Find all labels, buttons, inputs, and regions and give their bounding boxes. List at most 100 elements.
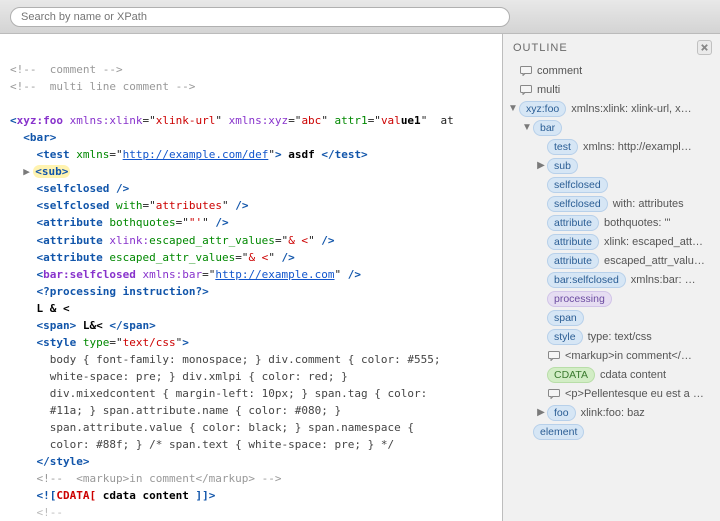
text-node: asdf bbox=[288, 148, 315, 161]
cdata-close: ]]> bbox=[195, 489, 215, 502]
tree-row[interactable]: ▼ xyz:foo xmlns:xlink: xlink-url, x… bbox=[507, 99, 716, 118]
css-text: body { font-family: monospace; } div.com… bbox=[50, 353, 441, 366]
tree-meta: xmlns:xlink: xlink-url, x… bbox=[571, 103, 691, 115]
comment-icon bbox=[547, 350, 561, 362]
element-pill: style bbox=[547, 329, 583, 345]
disclosure-triangle-icon[interactable]: ▼ bbox=[521, 122, 533, 133]
comment-line: <!-- <markup>in comment</markup> --> bbox=[37, 472, 282, 485]
tag-name: attribute bbox=[43, 234, 103, 247]
tree-meta: xlink:foo: baz bbox=[581, 407, 645, 419]
tree-label: <p>Pellentesque eu est a … bbox=[565, 388, 704, 400]
css-text: span.attribute.value { color: black; } s… bbox=[50, 421, 414, 434]
attr-name: escaped_attr_values bbox=[149, 234, 275, 247]
disclosure-triangle-icon[interactable]: ▶ bbox=[535, 160, 547, 171]
attr-value: & < bbox=[248, 251, 268, 264]
outline-tree[interactable]: comment multi ▼ xyz:foo xmlns:xlink: xli… bbox=[503, 59, 720, 449]
attr-value: attributes bbox=[156, 199, 222, 212]
cdata-open: <![ bbox=[37, 489, 57, 502]
tree-row[interactable]: selfclosed with: attributes bbox=[507, 194, 716, 213]
attr-value: & < bbox=[288, 234, 308, 247]
attr-ns: xlink: bbox=[103, 234, 149, 247]
attr-name: bothquotes bbox=[103, 216, 176, 229]
disclosure-triangle-icon[interactable]: ▶ bbox=[535, 407, 547, 418]
element-pill: bar:selfclosed bbox=[547, 272, 626, 288]
tag: <selfclosed /> bbox=[37, 182, 130, 195]
element-pill: test bbox=[547, 139, 578, 155]
attr-name: with bbox=[109, 199, 142, 212]
css-text: color: #88f; } /* span.text { white-spac… bbox=[50, 438, 394, 451]
tree-label: comment bbox=[537, 65, 582, 77]
tag-close: </test> bbox=[315, 148, 368, 161]
main: <!-- comment --> <!-- multi line comment… bbox=[0, 34, 720, 521]
tree-row[interactable]: attribute escaped_attr_valu… bbox=[507, 251, 716, 270]
tag: <bar> bbox=[23, 131, 56, 144]
tree-row[interactable]: element bbox=[507, 422, 716, 441]
tree-row[interactable]: test xmlns: http://exampl… bbox=[507, 137, 716, 156]
tree-meta: xmlns:bar: … bbox=[631, 274, 696, 286]
text-node: L & < bbox=[37, 302, 70, 315]
tree-row[interactable]: multi bbox=[507, 80, 716, 99]
tree-row[interactable]: <p>Pellentesque eu est a … bbox=[507, 384, 716, 403]
attr-name: xmlns bbox=[70, 148, 110, 161]
element-pill: selfclosed bbox=[547, 196, 608, 212]
comment-icon bbox=[519, 84, 533, 96]
tree-row[interactable]: ▼ bar bbox=[507, 118, 716, 137]
cdata-content: cdata content bbox=[96, 489, 195, 502]
comment-line: <!-- multi line comment --> bbox=[10, 80, 195, 93]
tree-row[interactable]: selfclosed bbox=[507, 175, 716, 194]
tag-open: < bbox=[10, 114, 17, 127]
disclosure-triangle-icon[interactable]: ▶ bbox=[23, 163, 33, 180]
search-input[interactable] bbox=[10, 7, 510, 27]
element-pill: selfclosed bbox=[547, 177, 608, 193]
tag-name: attribute bbox=[43, 216, 103, 229]
css-text: div.mixedcontent { margin-left: 10px; } … bbox=[50, 387, 428, 400]
tree-label: multi bbox=[537, 84, 560, 96]
processing-instruction: <?processing instruction?> bbox=[37, 285, 209, 298]
text-node: L&< bbox=[76, 319, 109, 332]
comment-icon bbox=[519, 65, 533, 77]
highlighted-tag[interactable]: <sub> bbox=[33, 165, 70, 178]
tree-row[interactable]: attribute xlink: escaped_att… bbox=[507, 232, 716, 251]
url-link[interactable]: http://example.com/def bbox=[123, 148, 269, 161]
tree-meta: xmlns: http://exampl… bbox=[583, 141, 692, 153]
element-pill: xyz:foo bbox=[519, 101, 566, 117]
tree-row[interactable]: processing bbox=[507, 289, 716, 308]
attr-name: xmlns:bar bbox=[136, 268, 202, 281]
tree-row[interactable]: CDATA cdata content bbox=[507, 365, 716, 384]
tag-name: style bbox=[43, 336, 76, 349]
comment-line: <!-- bbox=[37, 506, 64, 519]
code-content: <!-- comment --> <!-- multi line comment… bbox=[10, 44, 492, 521]
tree-meta: xlink: escaped_att… bbox=[604, 236, 703, 248]
attr-name: xmlns:xlink bbox=[63, 114, 142, 127]
attr-name: xmlns:xyz bbox=[222, 114, 288, 127]
element-pill: attribute bbox=[547, 234, 599, 250]
disclosure-triangle-icon[interactable]: ▼ bbox=[507, 103, 519, 114]
tree-row[interactable]: ▶ sub bbox=[507, 156, 716, 175]
tree-row[interactable]: attribute bothquotes: "' bbox=[507, 213, 716, 232]
element-pill: CDATA bbox=[547, 367, 595, 383]
outline-title: OUTLINE bbox=[513, 42, 568, 54]
tree-row[interactable]: ▶ foo xlink:foo: baz bbox=[507, 403, 716, 422]
comment-icon bbox=[547, 388, 561, 400]
attr-name: type bbox=[76, 336, 109, 349]
tag-name: bar:selfclosed bbox=[43, 268, 136, 281]
tree-row[interactable]: bar:selfclosed xmlns:bar: … bbox=[507, 270, 716, 289]
element-pill: sub bbox=[547, 158, 578, 174]
attr-value: "' bbox=[189, 216, 202, 229]
tree-row[interactable]: style type: text/css bbox=[507, 327, 716, 346]
close-icon[interactable] bbox=[697, 40, 712, 55]
url-link[interactable]: http://example.com bbox=[215, 268, 334, 281]
tag-name: selfclosed bbox=[43, 199, 109, 212]
attr-value: val bbox=[381, 114, 401, 127]
outline-panel: OUTLINE comment multi ▼ xyz:foo xmlns:xl… bbox=[502, 34, 720, 521]
tree-row[interactable]: <markup>in comment</… bbox=[507, 346, 716, 365]
tree-row[interactable]: comment bbox=[507, 61, 716, 80]
code-editor[interactable]: <!-- comment --> <!-- multi line comment… bbox=[0, 34, 502, 521]
element-pill: bar bbox=[533, 120, 562, 136]
tree-meta: with: attributes bbox=[613, 198, 684, 210]
tree-row[interactable]: span bbox=[507, 308, 716, 327]
attr-value: text/css bbox=[123, 336, 176, 349]
tree-meta: escaped_attr_valu… bbox=[604, 255, 705, 267]
attr-name: escaped_attr_values bbox=[103, 251, 235, 264]
tag-name: xyz:foo bbox=[17, 114, 63, 127]
